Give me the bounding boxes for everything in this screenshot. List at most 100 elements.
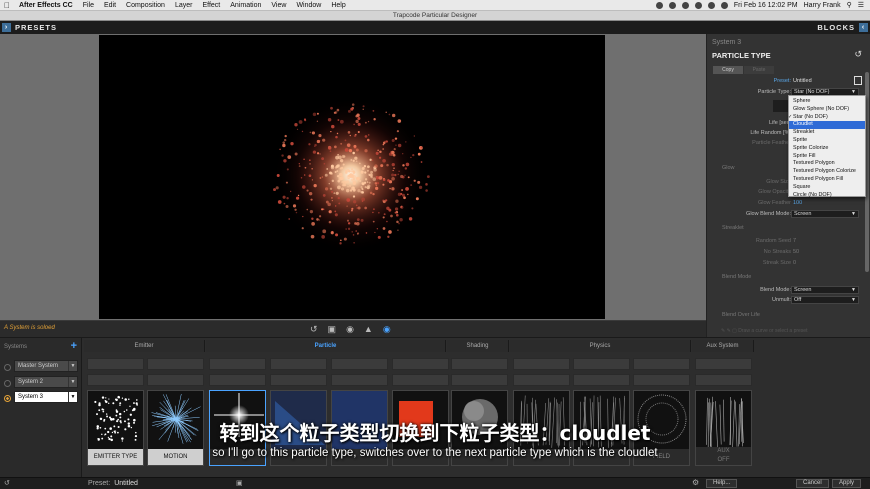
menu-option-sprite[interactable]: Sprite [789, 137, 865, 145]
system-row-master[interactable]: Master System ▼ [14, 360, 78, 372]
solo-toggle-icon[interactable] [4, 380, 11, 387]
solo-toggle-icon[interactable] [4, 395, 11, 402]
solo-toggle-icon[interactable] [4, 364, 11, 371]
grid-floor-icon[interactable]: ▲ [364, 324, 373, 335]
volume-icon[interactable] [707, 1, 715, 9]
particle-type-label: Particle Type: [757, 89, 791, 95]
blocks-label[interactable]: BLOCKS [817, 23, 855, 32]
menu-option-star[interactable]: ✓ Star (No DOF) [788, 114, 865, 122]
block-slot[interactable] [513, 358, 570, 370]
presets-toggle-icon[interactable]: › [2, 23, 11, 32]
menu-option-sprite-colorize[interactable]: Sprite Colorize [789, 145, 865, 153]
menu-edit[interactable]: Edit [99, 2, 121, 9]
menu-option-square[interactable]: Square [789, 184, 865, 192]
menu-effect[interactable]: Effect [197, 2, 225, 9]
camera-icon[interactable]: ▣ [328, 324, 337, 335]
menu-file[interactable]: File [78, 2, 99, 9]
chevron-down-icon[interactable]: ▼ [68, 377, 77, 387]
dropbox-icon[interactable] [668, 1, 676, 9]
block-slot[interactable] [87, 358, 144, 370]
cancel-button[interactable]: Cancel [796, 479, 829, 488]
random-seed-value[interactable]: 7 [793, 238, 796, 244]
menu-option-cloudlet[interactable]: Cloudlet [789, 121, 865, 130]
copy-button[interactable]: Copy [713, 66, 743, 74]
category-particle[interactable]: Particle [206, 340, 446, 352]
footer-bar: ↺ Preset: Untitled ▣ ⚙ Help... Cancel App… [0, 477, 870, 489]
menu-option-glow-sphere[interactable]: Glow Sphere (No DOF) [789, 106, 865, 114]
menu-option-sphere[interactable]: Sphere [789, 98, 865, 106]
category-physics[interactable]: Physics [510, 340, 691, 352]
menu-layer[interactable]: Layer [170, 2, 198, 9]
preview-canvas[interactable] [99, 35, 605, 319]
wifi-icon[interactable] [694, 1, 702, 9]
category-aux-system[interactable]: Aux System [692, 340, 754, 352]
apply-button[interactable]: Apply [832, 479, 862, 488]
system-row-2[interactable]: System 2 ▼ [14, 376, 78, 388]
system-row-3[interactable]: System 3 ▼ [14, 391, 78, 403]
category-shading[interactable]: Shading [447, 340, 509, 352]
block-slot[interactable] [633, 358, 690, 370]
cloud-icon[interactable] [681, 1, 689, 9]
undo-icon[interactable]: ↺ [4, 479, 10, 487]
menu-option-textured-polygon[interactable]: Textured Polygon [789, 160, 865, 168]
presets-label[interactable]: PRESETS [15, 23, 57, 32]
menu-option-textured-polygon-fill[interactable]: Textured Polygon Fill [789, 176, 865, 184]
gear-icon[interactable]: ⚙ [692, 478, 699, 487]
unmult-select[interactable]: Off ▼ [791, 296, 859, 304]
block-slot[interactable] [209, 374, 266, 386]
menu-option-textured-polygon-colorize[interactable]: Textured Polygon Colorize [789, 168, 865, 176]
menu-option-streaklet[interactable]: Streaklet [789, 129, 865, 137]
eye-icon[interactable]: ◉ [383, 324, 391, 335]
streak-size-value[interactable]: 0 [793, 260, 796, 266]
reset-icon[interactable]: ↺ [854, 49, 862, 60]
clock[interactable]: Fri Feb 16 12:02 PM [734, 2, 798, 9]
status-icon[interactable] [655, 1, 663, 9]
block-slot[interactable] [633, 374, 690, 386]
block-slot[interactable] [270, 358, 327, 370]
block-slot[interactable] [451, 358, 508, 370]
block-slot[interactable] [695, 358, 752, 370]
user-name[interactable]: Harry Frank [804, 2, 841, 9]
menu-composition[interactable]: Composition [121, 2, 170, 9]
light-icon[interactable]: ◉ [346, 324, 354, 335]
block-slot[interactable] [573, 358, 630, 370]
block-slot[interactable] [392, 374, 449, 386]
reset-view-icon[interactable]: ↺ [310, 324, 318, 335]
block-slot[interactable] [573, 374, 630, 386]
block-slot[interactable] [331, 358, 388, 370]
menu-option-sprite-fill[interactable]: Sprite Fill [789, 153, 865, 161]
block-slot[interactable] [695, 374, 752, 386]
block-slot[interactable] [270, 374, 327, 386]
block-slot[interactable] [87, 374, 144, 386]
designer-header: › PRESETS BLOCKS ‹ [0, 21, 870, 34]
glow-blend-select[interactable]: Screen ▼ [791, 210, 859, 218]
paste-button[interactable]: Paste [744, 66, 774, 74]
block-slot[interactable] [331, 374, 388, 386]
blend-mode-select[interactable]: Screen ▼ [791, 286, 859, 294]
block-slot[interactable] [147, 374, 204, 386]
apple-icon[interactable]:  [0, 1, 14, 10]
block-slot[interactable] [513, 374, 570, 386]
category-emitter[interactable]: Emitter [84, 340, 205, 352]
search-icon[interactable]: ⚲ [847, 1, 852, 9]
menu-option-circle[interactable]: Circle (No DOF) [789, 192, 865, 200]
chevron-down-icon[interactable]: ▼ [68, 392, 77, 402]
menu-help[interactable]: Help [326, 2, 350, 9]
menu-window[interactable]: Window [291, 2, 326, 9]
block-slot[interactable] [147, 358, 204, 370]
menu-view[interactable]: View [266, 2, 291, 9]
blocks-toggle-icon[interactable]: ‹ [859, 23, 868, 32]
help-button[interactable]: Help... [706, 479, 738, 488]
block-slot[interactable] [392, 358, 449, 370]
menu-animation[interactable]: Animation [225, 2, 266, 9]
menu-list-icon[interactable]: ☰ [858, 1, 864, 9]
no-streaks-value[interactable]: 50 [793, 249, 799, 255]
battery-icon[interactable] [720, 1, 728, 9]
block-slot[interactable] [451, 374, 508, 386]
chevron-down-icon[interactable]: ▼ [68, 361, 77, 371]
add-system-icon[interactable]: + [71, 340, 77, 352]
block-slot[interactable] [209, 358, 266, 370]
glow-feather-value[interactable]: 100 [793, 200, 802, 206]
menu-app[interactable]: After Effects CC [14, 2, 78, 9]
save-preset-footer-icon[interactable]: ▣ [236, 479, 243, 487]
